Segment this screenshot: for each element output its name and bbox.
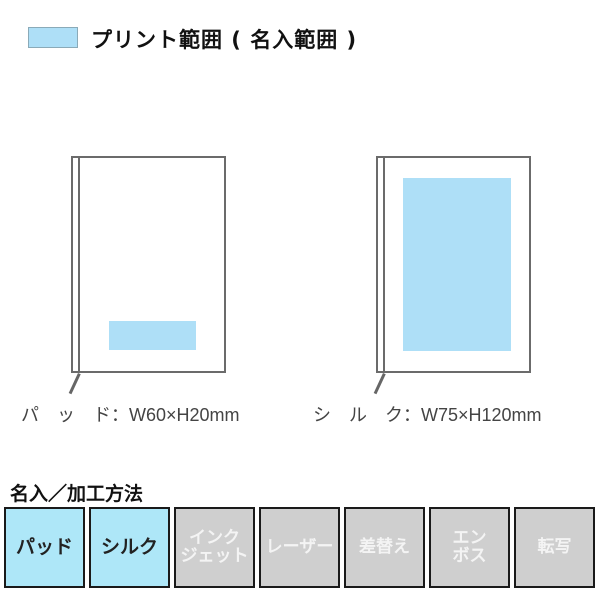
method-label-line1: シルク	[100, 535, 158, 558]
bookmark-ribbon-pad	[68, 373, 81, 395]
method-tile-5[interactable]: 差替え	[344, 507, 425, 588]
method-label-line1: レーザー	[265, 536, 334, 557]
method-label-line2: ボス	[452, 545, 487, 566]
method-tile-label: 差替え	[359, 536, 410, 557]
method-tile-4[interactable]: レーザー	[259, 507, 340, 588]
legend-label: プリント範囲 ( 名入範囲 )	[91, 28, 358, 52]
bookmark-ribbon-silk	[373, 373, 386, 395]
methods-section-title: 名入／加工方法	[10, 483, 144, 505]
method-tile-label: インク ジェット	[180, 527, 249, 566]
method-label-line2: ジェット	[180, 545, 249, 566]
method-label-line1: インク	[189, 527, 240, 548]
method-label-line1: 差替え	[359, 536, 410, 557]
print-area-legend-swatch	[28, 27, 78, 48]
method-tile-label: パッド	[15, 535, 73, 558]
book-spine-pad	[78, 158, 80, 371]
print-area-pad	[109, 321, 196, 350]
method-label-line1: エン	[452, 527, 487, 548]
method-tile-3[interactable]: インク ジェット	[174, 507, 255, 588]
method-label-line1: 転写	[537, 536, 572, 557]
method-tile-1[interactable]: パッド	[4, 507, 85, 588]
method-label-line1: パッド	[15, 535, 73, 558]
method-tile-label: エン ボス	[452, 527, 487, 566]
method-tile-label: レーザー	[265, 536, 334, 557]
method-tile-2[interactable]: シルク	[89, 507, 170, 588]
method-tile-6[interactable]: エン ボス	[429, 507, 510, 588]
book-spine-silk	[383, 158, 385, 371]
method-tile-7[interactable]: 転写	[514, 507, 595, 588]
method-tile-label: シルク	[100, 535, 158, 558]
dimension-label-pad: パ ッ ド：W60×H20mm	[21, 405, 240, 425]
method-tile-label: 転写	[537, 536, 572, 557]
dimension-label-silk: シ ル ク：W75×H120mm	[313, 405, 542, 425]
print-area-silk	[403, 178, 511, 351]
